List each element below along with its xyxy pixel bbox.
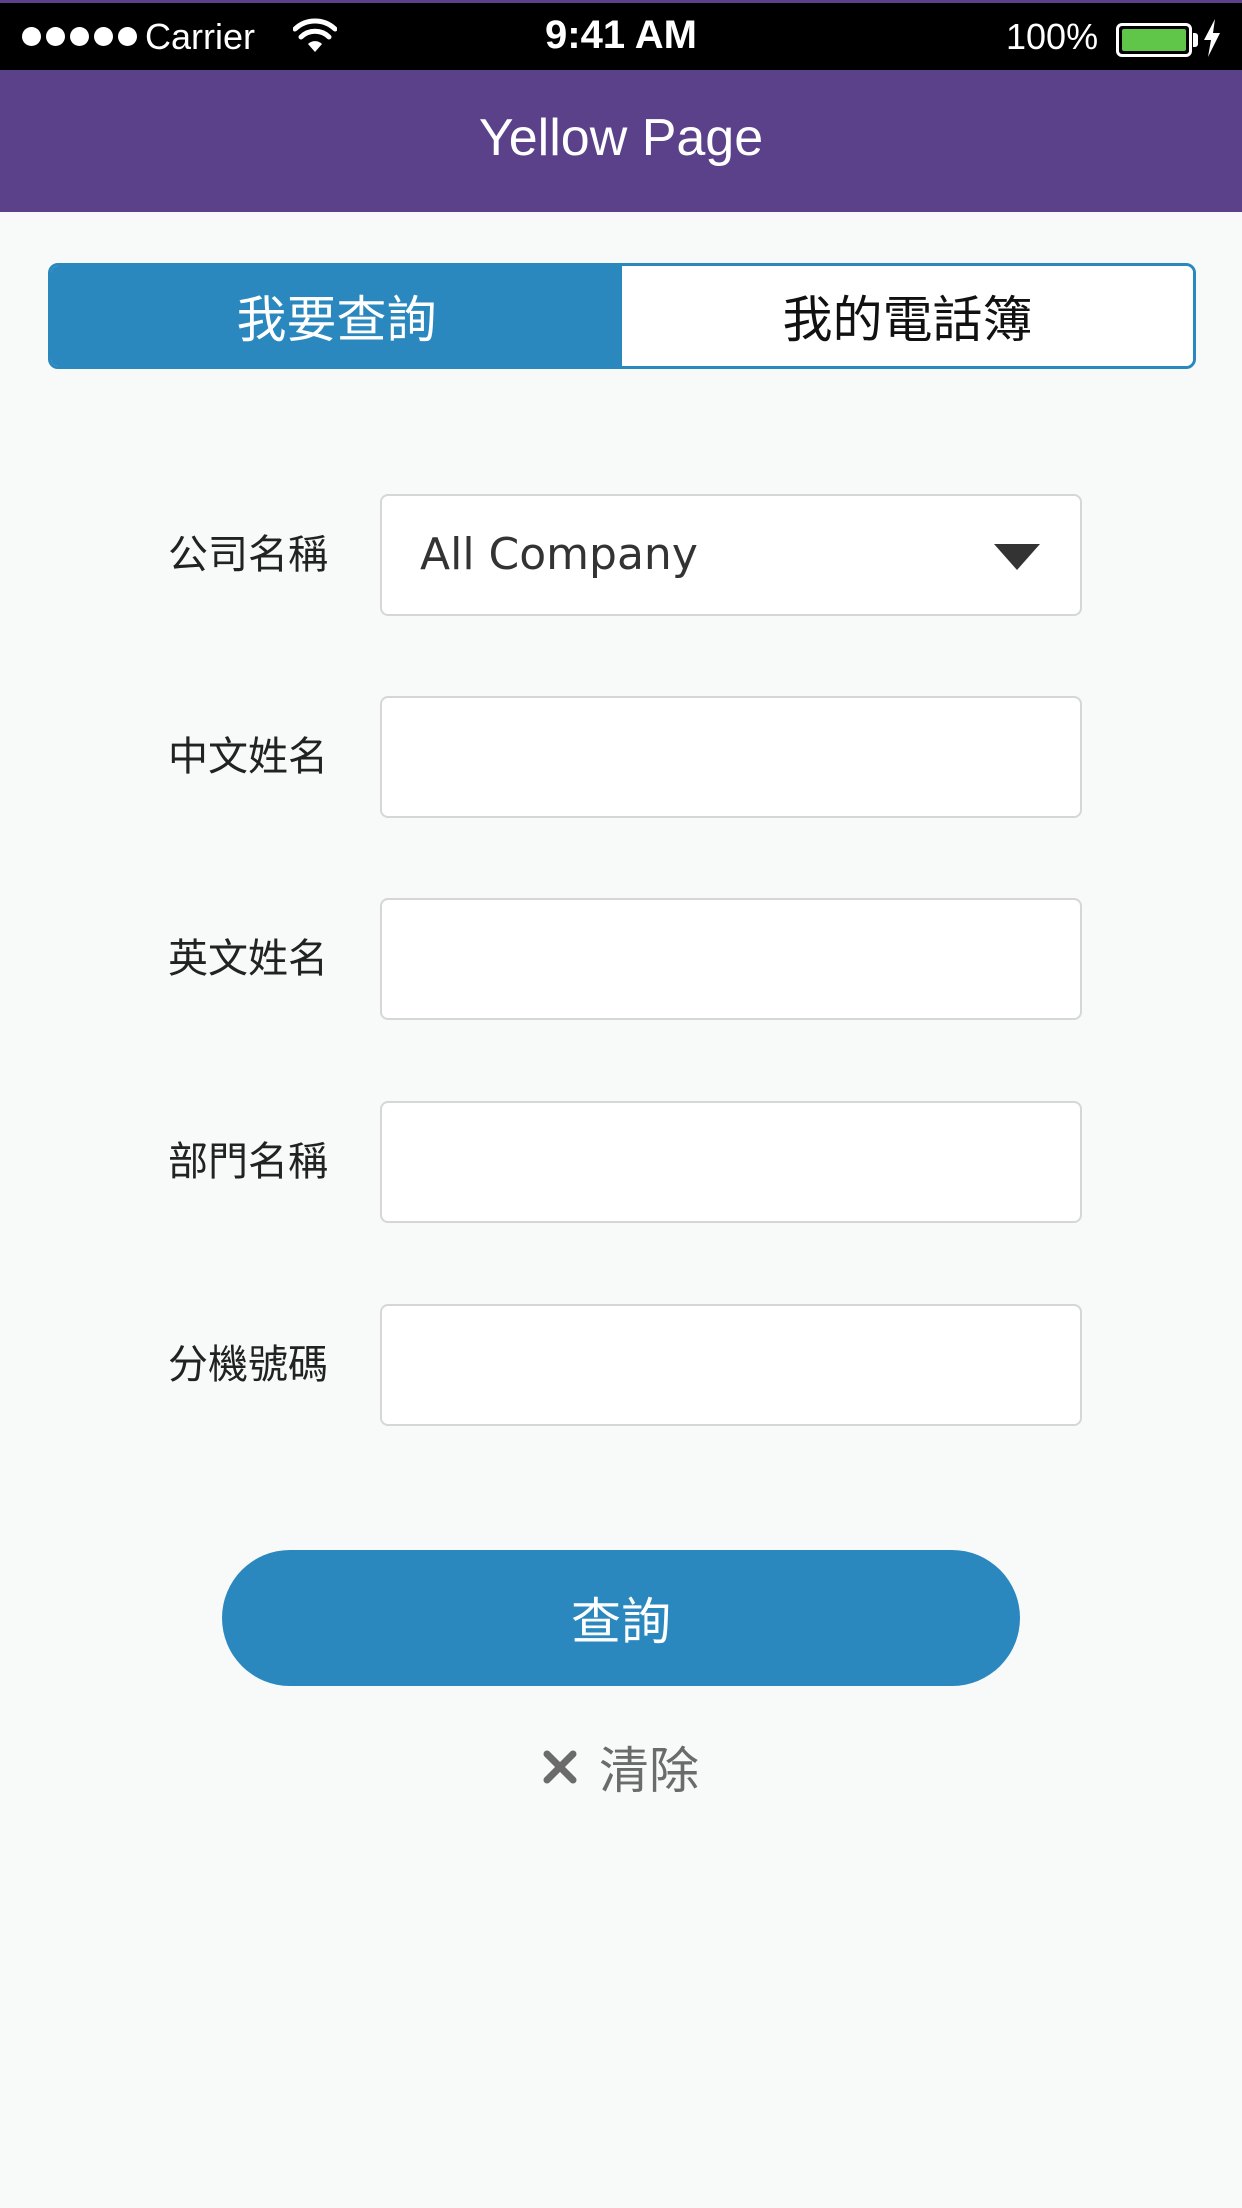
department-label: 部門名稱 <box>168 1139 328 1185</box>
chinese-name-label: 中文姓名 <box>168 734 328 780</box>
tab-my-phonebook[interactable]: 我的電話簿 <box>622 266 1193 366</box>
english-name-input[interactable] <box>382 900 1080 1018</box>
english-name-field-box <box>380 898 1082 1020</box>
chinese-name-input[interactable] <box>382 698 1080 816</box>
extension-input[interactable] <box>382 1306 1080 1424</box>
navigation-bar: Yellow Page <box>0 70 1242 212</box>
battery-icon <box>1116 23 1192 57</box>
battery-nub <box>1193 33 1198 47</box>
company-select[interactable]: All Company <box>380 494 1082 616</box>
clear-button[interactable]: 清除 <box>0 1732 1242 1802</box>
company-select-value: All Company <box>420 529 698 580</box>
battery-percentage: 100% <box>1006 16 1099 57</box>
company-label: 公司名稱 <box>168 532 328 578</box>
department-field-box <box>380 1101 1082 1223</box>
battery-level-fill <box>1122 29 1186 51</box>
clear-button-label: 清除 <box>599 1742 699 1800</box>
extension-row: 分機號碼 <box>0 1304 1242 1426</box>
caret-down-icon <box>994 544 1040 570</box>
company-row: 公司名稱 All Company <box>0 494 1242 616</box>
tab-search[interactable]: 我要查詢 <box>51 266 622 366</box>
segmented-tabs: 我要查詢 我的電話簿 <box>48 263 1196 369</box>
english-name-row: 英文姓名 <box>0 898 1242 1020</box>
department-row: 部門名稱 <box>0 1101 1242 1223</box>
department-input[interactable] <box>382 1103 1080 1221</box>
extension-field-box <box>380 1304 1082 1426</box>
english-name-label: 英文姓名 <box>168 936 328 982</box>
extension-label: 分機號碼 <box>168 1342 328 1388</box>
bolt-icon <box>1204 19 1220 57</box>
query-button-label: 查詢 <box>571 1593 671 1651</box>
close-icon <box>543 1750 577 1784</box>
chinese-name-row: 中文姓名 <box>0 696 1242 818</box>
status-bar: Carrier 9:41 AM 100% <box>0 0 1242 70</box>
chinese-name-field-box <box>380 696 1082 818</box>
page-title: Yellow Page <box>478 109 764 167</box>
query-button[interactable]: 查詢 <box>222 1550 1020 1686</box>
